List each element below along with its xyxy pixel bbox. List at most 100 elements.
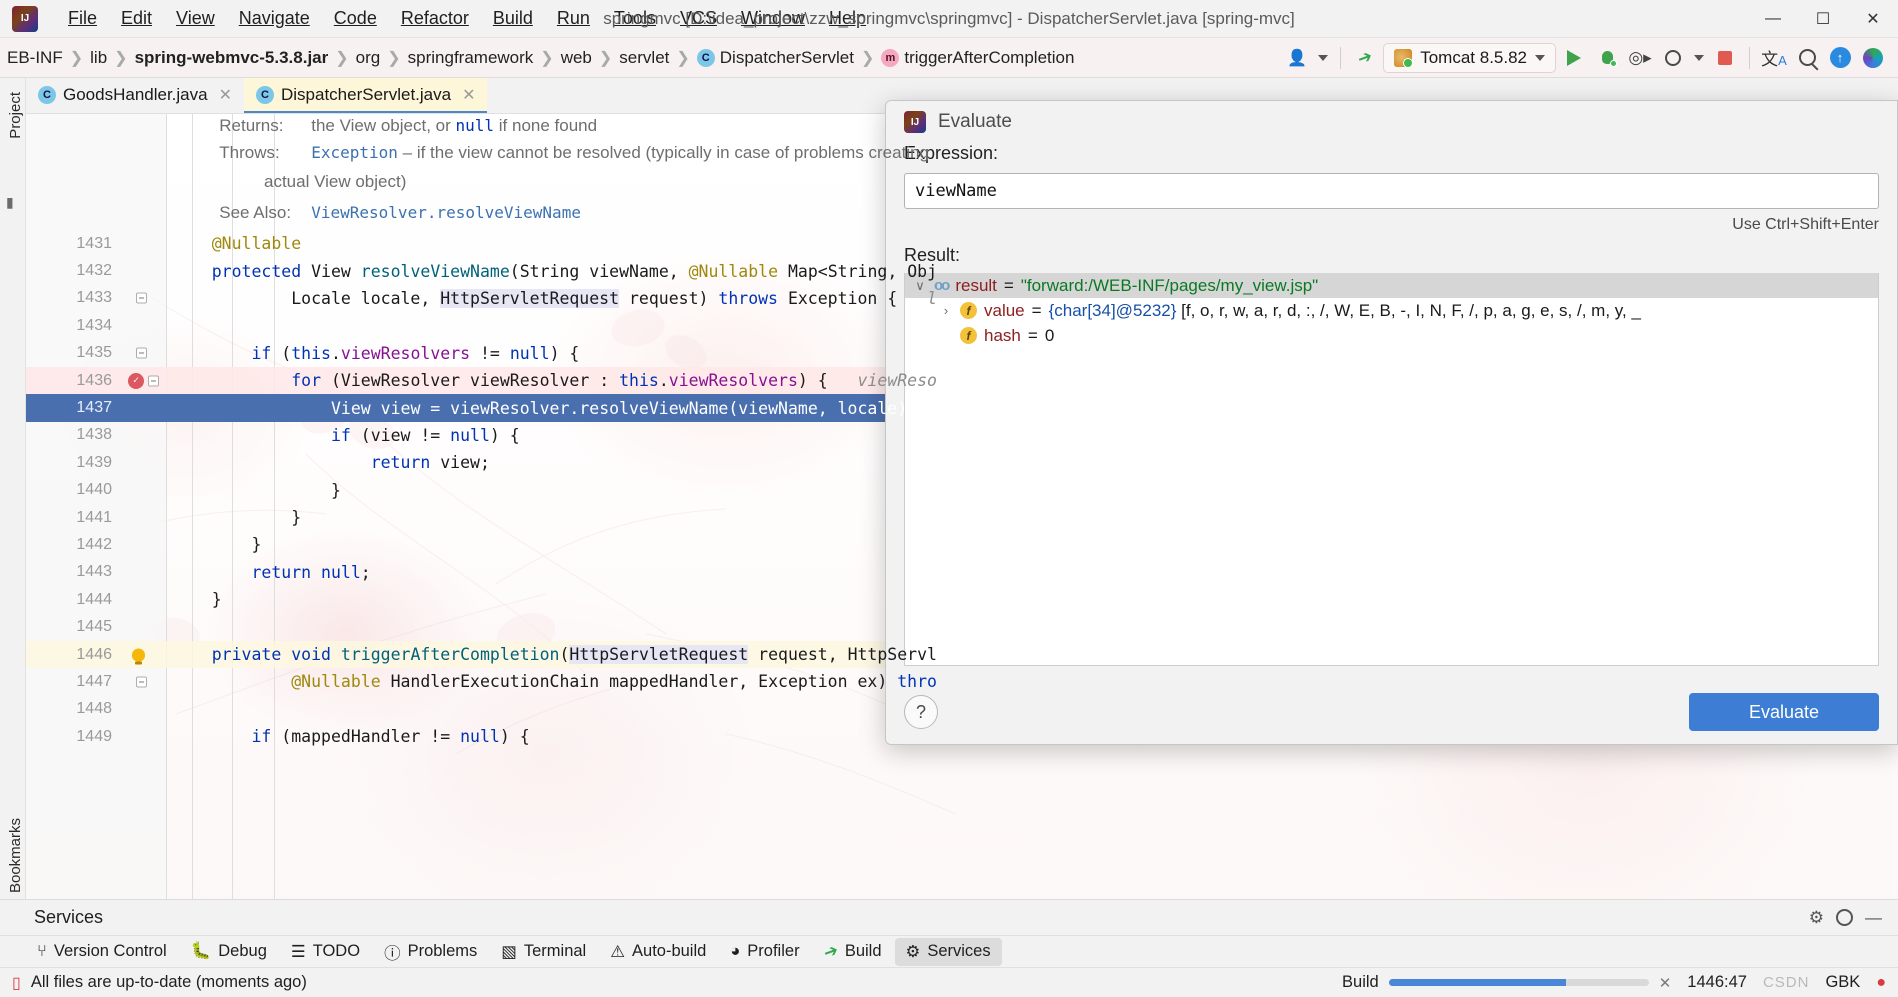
folder-icon[interactable]: ▮ (6, 194, 14, 211)
translate-icon[interactable]: 文A (1759, 43, 1789, 73)
encoding-label[interactable]: GBK (1825, 973, 1860, 992)
search-everywhere-icon[interactable] (1792, 43, 1822, 73)
notification-icon[interactable]: ● (1876, 974, 1886, 992)
menu-file[interactable]: File (56, 4, 109, 34)
tool-window-problems[interactable]: ⓘ Problems (373, 936, 488, 968)
tool-window-auto-build[interactable]: ⚠ Auto-build (599, 938, 717, 966)
menu-bar[interactable]: File Edit View Navigate Code Refactor Bu… (56, 4, 878, 34)
line-number: 1433 (76, 289, 112, 307)
hammer-icon[interactable]: ➔ (1350, 43, 1380, 73)
chevron-down-icon[interactable] (1315, 43, 1331, 73)
caret-position[interactable]: 1446:47 (1687, 973, 1747, 992)
minimize-button[interactable]: — (1748, 0, 1798, 38)
menu-build[interactable]: Build (481, 4, 545, 34)
breakpoint-icon[interactable] (128, 372, 144, 389)
tab-label: GoodsHandler.java (63, 84, 208, 104)
chevron-down-icon[interactable] (1691, 43, 1707, 73)
menu-run[interactable]: Run (545, 4, 602, 34)
code-fold-icon[interactable] (136, 676, 147, 688)
menu-window[interactable]: Window (729, 4, 817, 34)
build-label: Build (1342, 973, 1379, 991)
tool-window-version-control[interactable]: ⑂ Version Control (26, 938, 178, 965)
close-button[interactable]: ✕ (1848, 0, 1898, 38)
run-configuration-selector[interactable]: Tomcat 8.5.82 (1383, 42, 1556, 73)
menu-vcs[interactable]: VCS (668, 4, 729, 34)
tab-goodshandler[interactable]: C GoodsHandler.java ✕ (26, 78, 244, 113)
intention-bulb-icon[interactable] (132, 648, 145, 665)
code-lines[interactable]: Returns: the View object, or null if none… (26, 114, 1898, 935)
tool-window-label: TODO (312, 942, 361, 960)
run-with-coverage-button[interactable]: ◎▸ (1625, 43, 1655, 73)
tool-window-debug[interactable]: 🐛 Debug (180, 938, 278, 965)
user-icon[interactable]: 👤 (1282, 43, 1312, 73)
breadcrumb-item-0[interactable]: EB-INF (2, 46, 68, 70)
menu-edit[interactable]: Edit (109, 4, 164, 34)
maximize-button[interactable]: ☐ (1798, 0, 1848, 38)
tool-window-terminal[interactable]: ▧ Terminal (490, 938, 597, 966)
menu-code[interactable]: Code (322, 4, 389, 34)
cancel-progress-icon[interactable]: ✕ (1659, 974, 1672, 992)
breadcrumb-item-3[interactable]: org (351, 46, 386, 70)
code-editor[interactable]: Returns: the View object, or null if none… (26, 114, 1898, 935)
sidebar-item-bookmarks[interactable]: Bookmarks (3, 810, 28, 901)
tomcat-icon (1394, 48, 1414, 68)
stop-button[interactable] (1710, 43, 1740, 73)
line-number: 1443 (76, 563, 112, 581)
code-fold-icon[interactable] (136, 292, 147, 304)
build-progress: Build ✕ (1342, 973, 1671, 992)
intellij-logo-icon (12, 5, 38, 32)
breadcrumb-chevron-icon: ❯ (335, 49, 349, 67)
line-number: 1438 (76, 426, 112, 444)
tab-dispatcherservlet[interactable]: C DispatcherServlet.java ✕ (244, 78, 488, 113)
run-button[interactable] (1559, 43, 1589, 73)
line-number: 1435 (76, 344, 112, 362)
breadcrumb-label: triggerAfterCompletion (904, 47, 1075, 67)
menu-tools[interactable]: Tools (602, 4, 668, 34)
minimize-icon[interactable]: — (1865, 908, 1882, 928)
toolbar-divider (1749, 46, 1750, 69)
tool-window-profiler[interactable]: ◕ Profiler (719, 938, 810, 965)
code-text: protected View resolveViewName(String vi… (211, 261, 938, 281)
code-fold-icon[interactable] (148, 375, 159, 387)
breadcrumb-item-4[interactable]: springframework (403, 46, 539, 70)
services-tool-window-header: Services ⚙ — (0, 899, 1898, 935)
tool-window-build[interactable]: ➔ Build (813, 938, 893, 966)
plugin-icon[interactable] (1858, 43, 1888, 73)
breadcrumb-item-8[interactable]: m triggerAfterCompletion (876, 46, 1079, 70)
breadcrumb-item-5[interactable]: web (556, 46, 597, 70)
code-fold-icon[interactable] (136, 347, 147, 359)
breadcrumb-item-7[interactable]: C DispatcherServlet (692, 46, 859, 70)
menu-help[interactable]: Help (817, 4, 878, 34)
tool-window-todo[interactable]: ☰ TODO (280, 938, 371, 966)
breadcrumb-item-1[interactable]: lib (85, 46, 112, 70)
method-icon: m (881, 48, 900, 67)
close-icon[interactable]: ✕ (462, 85, 475, 105)
line-number: 1445 (76, 618, 112, 636)
code-line[interactable]: 1449 if (mappedHandler != null) { (26, 723, 1898, 750)
line-number: 1439 (76, 453, 112, 471)
code-text: Locale locale, HttpServletRequest reques… (291, 288, 937, 308)
breadcrumb-item-6[interactable]: servlet (614, 46, 674, 70)
sidebar-item-project[interactable]: Project (3, 84, 28, 147)
line-number: 1440 (76, 481, 112, 499)
doc-exception-link[interactable]: Exception (311, 143, 398, 162)
update-project-icon[interactable]: ↑ (1825, 43, 1855, 73)
profiler-button[interactable] (1658, 43, 1688, 73)
gear-icon[interactable] (1836, 909, 1853, 926)
debug-button[interactable] (1592, 43, 1622, 73)
tool-window-services[interactable]: ⚙ Services (894, 937, 1002, 966)
problems-icon: ⓘ (384, 944, 401, 963)
menu-refactor[interactable]: Refactor (389, 4, 481, 34)
tool-window-label: Terminal (523, 942, 587, 960)
breadcrumb-chevron-icon: ❯ (676, 49, 690, 67)
menu-navigate[interactable]: Navigate (227, 4, 322, 34)
settings-icon[interactable]: ⚙ (1809, 908, 1824, 928)
close-icon[interactable]: ✕ (219, 85, 232, 105)
menu-view[interactable]: View (164, 4, 227, 34)
doc-seealso-link[interactable]: ViewResolver.resolveViewName (311, 203, 581, 222)
terminal-icon: ▧ (501, 942, 517, 961)
breadcrumb-item-2[interactable]: spring-webmvc-5.3.8.jar (130, 46, 334, 70)
breadcrumb-label: DispatcherServlet (719, 47, 854, 67)
